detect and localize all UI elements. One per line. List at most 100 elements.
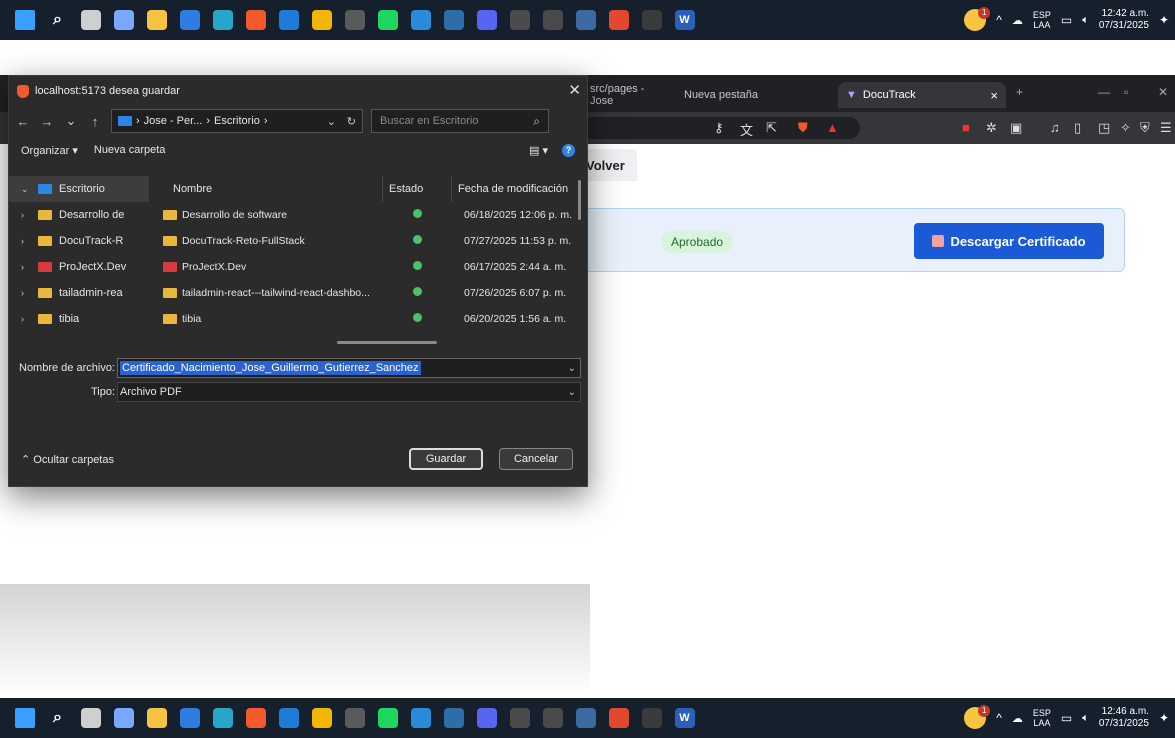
speaker-icon[interactable]: 🔈︎ [1082, 14, 1089, 27]
discord-icon[interactable] [470, 4, 503, 36]
column-header-date[interactable]: Fecha de modificación [452, 176, 576, 202]
file-row[interactable]: DocuTrack-Reto-FullStack 07/27/2025 11:53… [157, 228, 587, 254]
breadcrumb-item-escritorio[interactable]: Escritorio [214, 115, 260, 127]
tab-new-tab[interactable]: Nueva pestaña [676, 82, 826, 108]
file-explorer-icon[interactable] [74, 702, 107, 734]
expand-chevron-icon[interactable]: ⌄ [21, 184, 31, 195]
expand-chevron-icon[interactable]: › [21, 210, 31, 220]
recent-chevron-icon[interactable]: ⌄ [63, 113, 79, 129]
vscode-icon[interactable] [404, 702, 437, 734]
tab-src-pages[interactable]: src/pages - Jose [582, 82, 672, 108]
chrome-icon[interactable] [305, 4, 338, 36]
folder-icon[interactable] [140, 702, 173, 734]
vscode-icon[interactable] [404, 4, 437, 36]
terminal2-icon[interactable] [536, 4, 569, 36]
copilot-icon[interactable] [107, 702, 140, 734]
file-row[interactable]: Desarrollo de software 06/18/2025 12:06 p… [157, 202, 587, 228]
extension-icon[interactable]: ■ [962, 120, 970, 135]
expand-chevron-icon[interactable]: › [21, 288, 31, 298]
steam-icon[interactable] [437, 4, 470, 36]
translate-icon[interactable]: 文 [740, 120, 753, 139]
brave-rewards-icon[interactable]: ▲ [826, 120, 839, 135]
notification-icon[interactable]: ✦ [1159, 13, 1169, 27]
nav-item[interactable]: › DocuTrack-R [9, 228, 149, 254]
share-icon[interactable]: ⇱ [766, 120, 777, 136]
file-row[interactable]: tibia 06/20/2025 1:56 a. m. [157, 306, 587, 332]
nav-item[interactable]: ⌄ Escritorio [9, 176, 149, 202]
network-icon[interactable]: ▭ [1061, 13, 1072, 27]
store-icon[interactable] [173, 702, 206, 734]
column-header-status[interactable]: Estado [383, 176, 452, 202]
breadcrumb[interactable]: › Jose - Per... › Escritorio › ⌄ ↻ [111, 109, 363, 133]
cmd-icon[interactable] [635, 4, 668, 36]
chevron-down-icon[interactable]: ⌄ [327, 115, 336, 128]
spotify-icon[interactable] [371, 4, 404, 36]
file-row[interactable]: tailadmin-react---tailwind-react-dashbo.… [157, 280, 587, 306]
vertical-scrollbar[interactable] [578, 180, 581, 220]
chrome-icon[interactable] [305, 702, 338, 734]
nav-item[interactable]: › tailadmin-rea [9, 280, 149, 306]
language-indicator[interactable]: ESP LAA [1033, 10, 1051, 30]
terminal-icon[interactable] [503, 702, 536, 734]
folder-icon[interactable] [140, 4, 173, 36]
music-icon[interactable]: ♫ [1050, 120, 1060, 135]
column-header-name[interactable]: Nombre [157, 176, 383, 202]
minimize-icon[interactable]: — [1098, 85, 1110, 99]
store-icon[interactable] [173, 4, 206, 36]
brave-shields-icon[interactable]: ⛊ [798, 120, 808, 136]
expand-chevron-icon[interactable]: › [21, 262, 31, 272]
forward-arrow-icon[interactable]: → [39, 114, 55, 129]
file-type-select[interactable]: Archivo PDF ⌄ [117, 382, 581, 402]
weather-icon[interactable]: 1 [964, 705, 991, 729]
edge-icon[interactable] [206, 702, 239, 734]
cmd-icon[interactable] [635, 702, 668, 734]
breadcrumb-item-user[interactable]: Jose - Per... [144, 115, 203, 127]
organize-button[interactable]: Organizar ▾ [21, 144, 78, 157]
expand-chevron-icon[interactable]: › [21, 236, 31, 246]
vpn-icon[interactable]: ⛨ [1140, 120, 1150, 136]
network-icon[interactable]: ▭ [1061, 711, 1072, 725]
brave-icon[interactable] [239, 4, 272, 36]
download-certificate-button[interactable]: Descargar Certificado [914, 223, 1104, 259]
chevron-up-icon[interactable]: ^ [996, 711, 1002, 725]
save-button[interactable]: Guardar [409, 448, 483, 470]
help-icon[interactable]: ? [562, 143, 575, 157]
nav-item[interactable]: › Desarrollo de [9, 202, 149, 228]
clock[interactable]: 12:42 a.m. 07/31/2025 [1099, 8, 1149, 32]
cloud-icon[interactable]: ☁ [1012, 14, 1023, 27]
spotify-icon[interactable] [371, 702, 404, 734]
sidebar-icon[interactable]: ▣ [1010, 120, 1022, 136]
language-indicator[interactable]: ESP LAA [1033, 708, 1051, 728]
postgres-icon[interactable] [569, 4, 602, 36]
discord-icon[interactable] [470, 702, 503, 734]
cancel-button[interactable]: Cancelar [499, 448, 573, 470]
filename-input[interactable]: Certificado_Nacimiento_Jose_Guillermo_Gu… [117, 358, 581, 378]
outlook-icon[interactable] [272, 702, 305, 734]
nav-item[interactable]: › tibia [9, 306, 149, 332]
file-row[interactable]: ProJectX.Dev 06/17/2025 2:44 a. m. [157, 254, 587, 280]
search-icon[interactable]: ⌕ [41, 702, 74, 734]
cloud-icon[interactable]: ☁ [1012, 712, 1023, 725]
expand-chevron-icon[interactable]: › [21, 314, 31, 324]
app-icon[interactable] [602, 4, 635, 36]
up-arrow-icon[interactable]: ↑ [87, 114, 103, 129]
copilot-icon[interactable] [107, 4, 140, 36]
nav-item[interactable]: › ProJectX.Dev [9, 254, 149, 280]
horizontal-scrollbar[interactable] [337, 341, 437, 344]
ai-icon[interactable]: ✧ [1120, 120, 1131, 136]
restore-icon[interactable]: ▫ [1124, 85, 1128, 99]
terminal2-icon[interactable] [536, 702, 569, 734]
menu-icon[interactable]: ☰ [1160, 120, 1172, 136]
word-icon[interactable]: W [668, 702, 701, 734]
outlook-icon[interactable] [272, 4, 305, 36]
tab-manager-icon[interactable]: ◳ [1098, 120, 1110, 136]
postgres-icon[interactable] [569, 702, 602, 734]
close-icon[interactable]: ✕ [568, 81, 581, 99]
hide-folders-toggle[interactable]: ⌃ Ocultar carpetas [9, 453, 114, 466]
chevron-down-icon[interactable]: ⌄ [568, 363, 576, 374]
view-options-icon[interactable]: ▤ ▾ [529, 144, 548, 157]
steam-icon[interactable] [437, 702, 470, 734]
speaker-icon[interactable]: 🔈︎ [1082, 712, 1089, 725]
chevron-down-icon[interactable]: ⌄ [568, 387, 576, 398]
word-icon[interactable]: W [668, 4, 701, 36]
